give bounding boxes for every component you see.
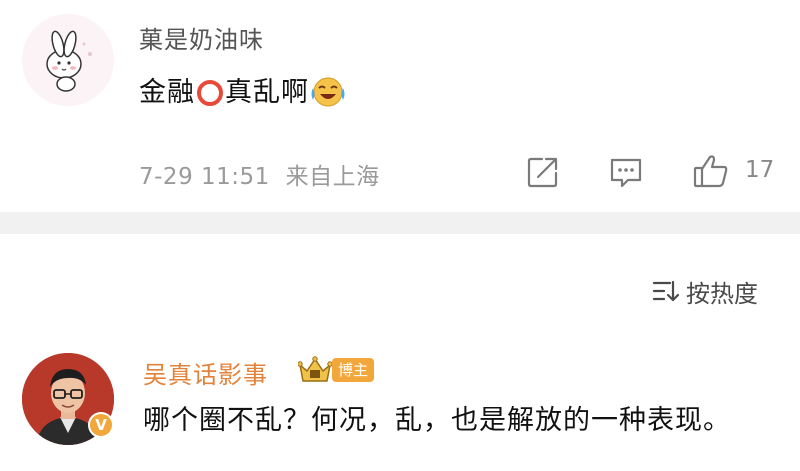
laughing-crying-emoji-icon [309,74,347,115]
reply-content: 哪个圈不乱？何况，乱，也是解放的一种表现。 [143,405,731,436]
sort-icon [652,280,680,302]
comment-icon [610,158,642,188]
like-count: 17 [745,157,775,183]
crown-icon [297,355,333,385]
verified-badge: V [88,412,114,438]
blogger-badge: 博主 [332,358,375,382]
sort-label: 按热度 [686,279,758,308]
thumbs-up-icon [693,155,728,188]
post-content: 金融 真乱啊 [139,70,347,115]
like-button[interactable] [692,152,730,190]
rabbit-avatar-icon [46,30,92,92]
share-button[interactable] [526,155,560,189]
sort-by-hot-button[interactable]: 按热度 [652,276,758,308]
post-timestamp: 7-29 11:51 [139,164,270,190]
red-circle-icon [197,80,223,106]
post-content-text-end: 真乱啊 [225,77,309,108]
share-icon [527,157,558,188]
reply-author-name[interactable]: 吴真话影事 [143,355,268,390]
avatar[interactable] [22,14,114,106]
post-author-name[interactable]: 菓是奶油味 [139,20,264,55]
section-divider [0,212,800,234]
post-content-text-start: 金融 [139,77,195,108]
post-location: 来自上海 [285,164,380,190]
comment-button[interactable] [608,155,644,189]
post-meta: 7-29 11:51 来自上海 [139,157,380,191]
